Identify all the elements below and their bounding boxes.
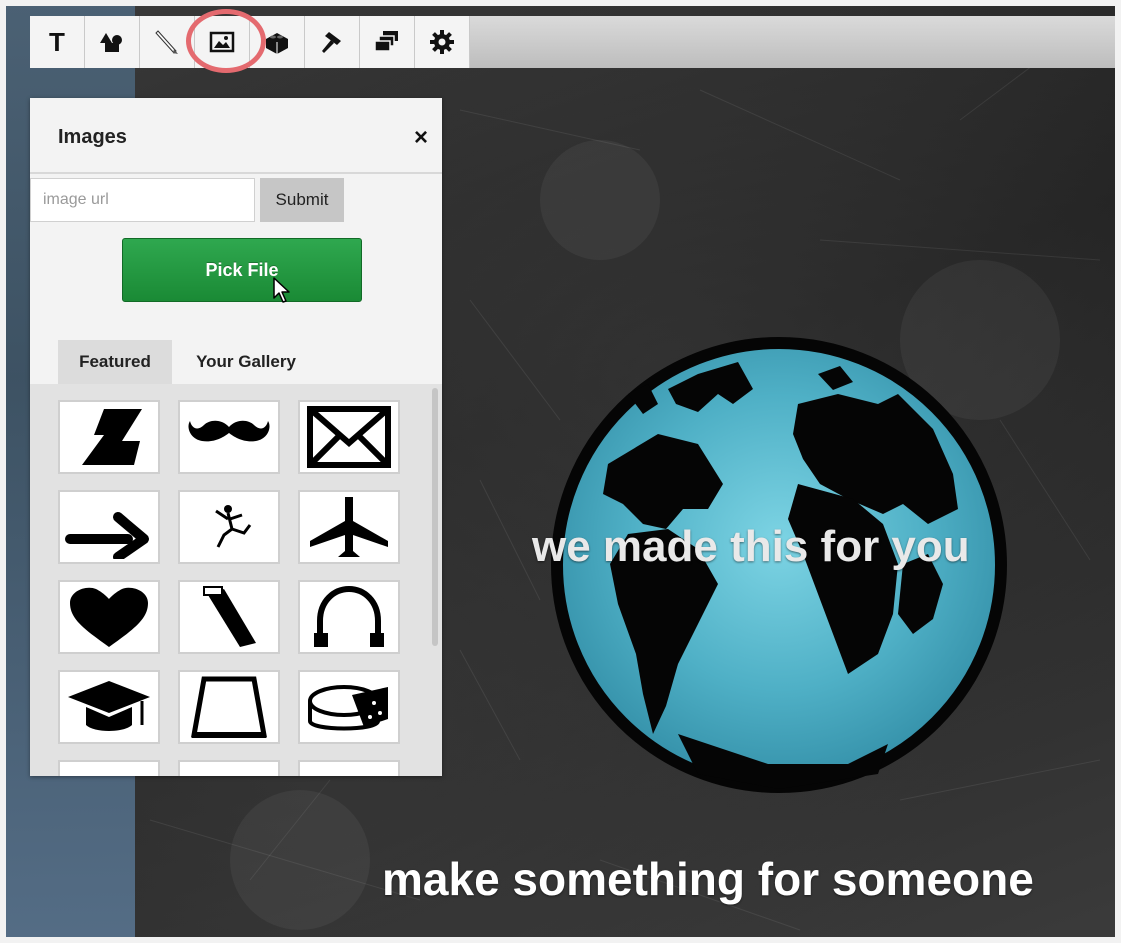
thumb-cheese[interactable]: [298, 670, 400, 744]
thumb-envelope[interactable]: [298, 400, 400, 474]
skydiver-icon: [215, 505, 252, 548]
settings-tool-button[interactable]: [415, 16, 470, 68]
image-url-row: Submit: [30, 176, 442, 224]
editor-toolbar: T: [30, 16, 1121, 68]
gallery-scrollbar[interactable]: [432, 388, 438, 646]
submit-button[interactable]: Submit: [260, 178, 344, 222]
thumb-skydiver[interactable]: [178, 490, 280, 564]
thumb-partial-1[interactable]: [58, 760, 160, 776]
airplane-icon: [310, 497, 388, 557]
cheese-icon: [308, 685, 388, 731]
thumb-rolled-paper[interactable]: [178, 580, 280, 654]
thumb-airplane[interactable]: [298, 490, 400, 564]
pencil-icon: [155, 30, 178, 54]
headphones-icon: [314, 585, 384, 647]
thumb-heart[interactable]: [58, 580, 160, 654]
heart-icon: [70, 587, 148, 647]
panel-header: Images ×: [30, 98, 442, 174]
thumb-bucket[interactable]: [178, 670, 280, 744]
hammer-tool-button[interactable]: [305, 16, 360, 68]
thumb-partial-3[interactable]: [298, 760, 400, 776]
layers-icon: [374, 31, 398, 52]
bucket-icon: [191, 676, 267, 738]
thumb-arrow[interactable]: [58, 490, 160, 564]
text-t-icon: T: [49, 26, 65, 57]
graduation-cap-icon: [68, 681, 150, 731]
rolled-paper-icon: [203, 586, 256, 647]
layers-tool-button[interactable]: [360, 16, 415, 68]
gear-icon: [430, 30, 454, 54]
image-icon: [209, 31, 235, 53]
close-icon[interactable]: ×: [414, 124, 428, 152]
draw-tool-button[interactable]: [140, 16, 195, 68]
featured-image-grid: [30, 384, 442, 776]
panel-title: Images: [58, 126, 127, 148]
thumb-mustache[interactable]: [178, 400, 280, 474]
canvas-caption-primary[interactable]: we made this for you: [532, 522, 970, 572]
thumb-graduation-cap[interactable]: [58, 670, 160, 744]
lightning-shape-icon: [82, 409, 142, 465]
tab-your-gallery[interactable]: Your Gallery: [180, 340, 312, 384]
blocks-tool-button[interactable]: [250, 16, 305, 68]
thumb-headphones[interactable]: [298, 580, 400, 654]
envelope-icon: [307, 406, 391, 468]
pick-file-button[interactable]: Pick File: [122, 238, 362, 302]
image-url-input[interactable]: [30, 178, 255, 222]
lego-brick-icon: [266, 33, 288, 54]
images-panel: Images × Submit Pick File Featured Your …: [30, 98, 442, 776]
text-tool-button[interactable]: T: [30, 16, 85, 68]
tab-featured[interactable]: Featured: [58, 340, 172, 384]
canvas-caption-secondary[interactable]: make something for someone: [382, 852, 1034, 906]
gallery-tabs: Featured Your Gallery: [30, 340, 442, 384]
thumb-partial-2[interactable]: [178, 760, 280, 776]
mustache-icon: [188, 420, 270, 442]
hammer-icon: [322, 32, 341, 53]
shapes-tool-button[interactable]: [85, 16, 140, 68]
thumb-lightning[interactable]: [58, 400, 160, 474]
images-tool-button[interactable]: [195, 16, 250, 68]
arrow-right-icon: [65, 512, 149, 559]
shapes-icon: [100, 33, 122, 52]
